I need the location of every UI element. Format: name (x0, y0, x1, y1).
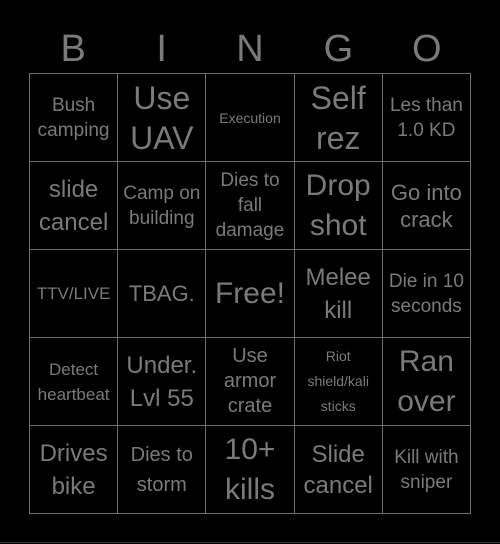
bingo-cell-o1[interactable]: Les than 1.0 KD (382, 74, 471, 162)
bingo-cell-i5[interactable]: Dies to storm (118, 426, 207, 514)
free-space-text: Free! (214, 276, 285, 310)
bingo-cell-i3[interactable]: TBAG. (118, 250, 207, 338)
header-letter-n: N (236, 28, 264, 70)
cell-text: TTV/LIVE (36, 284, 111, 303)
bingo-cell-g1[interactable]: Self rez (294, 74, 383, 162)
bingo-cell-free[interactable]: Free! (206, 250, 295, 338)
cell-text: Dies to storm (130, 443, 193, 496)
bingo-cell-n1[interactable]: Execution (206, 74, 295, 162)
bingo-cell-g5[interactable]: Slide cancel (294, 426, 383, 514)
bingo-cell-n5[interactable]: 10+ kills (206, 426, 295, 514)
bingo-grid: Bush camping Use UAV Execution Self rez … (29, 73, 471, 514)
header-letter-i: I (156, 28, 167, 70)
bingo-header: B I N G O (29, 26, 471, 72)
cell-text: Les than 1.0 KD (389, 94, 463, 141)
cell-text: Dies to fall damage (215, 170, 285, 241)
bingo-cell-n2[interactable]: Dies to fall damage (206, 162, 295, 250)
cell-text: Use armor crate (223, 345, 277, 417)
header-letter-b: B (60, 28, 86, 70)
cell-text: Die in 10 seconds (388, 270, 464, 317)
cell-text: Camp on building (123, 182, 201, 229)
bingo-cell-i4[interactable]: Under. Lvl 55 (118, 338, 207, 426)
bingo-cell-o4[interactable]: Ran over (382, 338, 471, 426)
cell-text: Go into crack (390, 179, 462, 232)
cell-text: Melee kill (305, 263, 371, 324)
cell-text: Execution (219, 109, 281, 126)
header-letter-o: O (412, 28, 442, 70)
cell-text: Bush camping (37, 94, 110, 141)
cell-text: Drives bike (39, 439, 108, 500)
bingo-cell-g3[interactable]: Melee kill (294, 250, 383, 338)
bingo-cell-b3[interactable]: TTV/LIVE (30, 250, 119, 338)
cell-text: 10+ kills (224, 432, 276, 506)
cell-text: Kill with sniper (394, 446, 459, 493)
cell-text: Slide cancel (303, 440, 373, 499)
header-letter-g: G (323, 28, 354, 70)
cell-text: slide cancel (38, 175, 109, 236)
cell-text: Riot shield/kali sticks (307, 348, 369, 414)
bingo-cell-i2[interactable]: Camp on building (118, 162, 207, 250)
cell-text: Ran over (397, 344, 456, 418)
cell-text: Drop shot (305, 168, 371, 242)
cell-text: Under. Lvl 55 (126, 351, 198, 412)
cell-text: TBAG. (128, 281, 195, 306)
bingo-cell-g2[interactable]: Drop shot (294, 162, 383, 250)
cell-text: Use UAV (130, 79, 194, 156)
cell-text: Self rez (310, 79, 366, 156)
bingo-cell-b2[interactable]: slide cancel (30, 162, 119, 250)
bingo-cell-b1[interactable]: Bush camping (30, 74, 119, 162)
bingo-cell-n4[interactable]: Use armor crate (206, 338, 295, 426)
bingo-cell-b5[interactable]: Drives bike (30, 426, 119, 514)
bingo-cell-b4[interactable]: Detect heartbeat (30, 338, 119, 426)
bingo-cell-o5[interactable]: Kill with sniper (382, 426, 471, 514)
cell-text: Detect heartbeat (37, 359, 110, 404)
bottom-divider (0, 542, 500, 543)
bingo-cell-g4[interactable]: Riot shield/kali sticks (294, 338, 383, 426)
bingo-cell-i1[interactable]: Use UAV (118, 74, 207, 162)
bingo-cell-o2[interactable]: Go into crack (382, 162, 471, 250)
bingo-cell-o3[interactable]: Die in 10 seconds (382, 250, 471, 338)
